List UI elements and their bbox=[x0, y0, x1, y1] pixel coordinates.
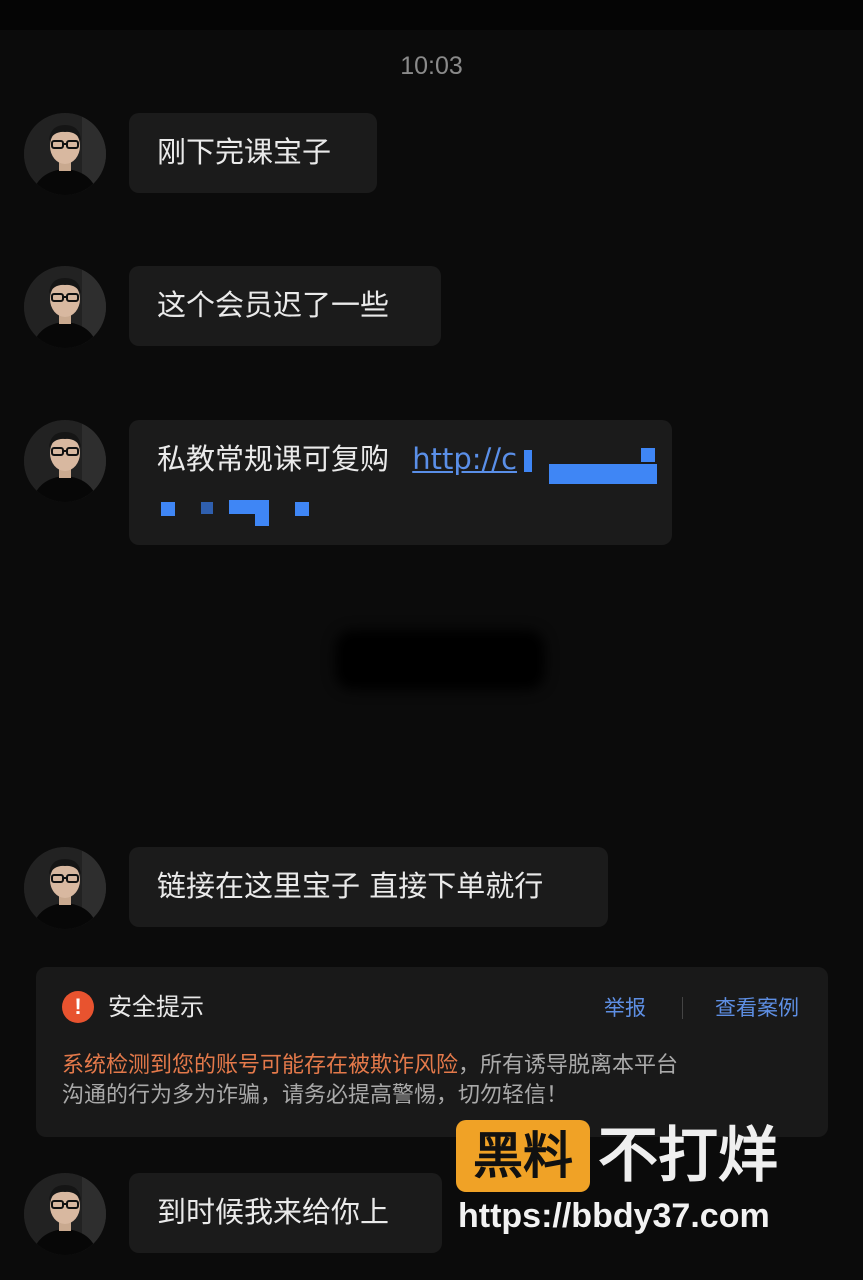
message-bubble[interactable]: 私教常规课可复购 http://c bbox=[129, 420, 672, 545]
message-link[interactable]: http://c bbox=[412, 442, 517, 476]
watermark-name: 不打烊 bbox=[598, 1121, 778, 1191]
avatar[interactable] bbox=[24, 1173, 106, 1255]
link-divider bbox=[682, 997, 683, 1019]
security-body-line2: 沟通的行为多为诈骗，请务必提高警惕，切勿轻信！ bbox=[62, 1083, 569, 1108]
watermark-logo: 黑料 bbox=[456, 1120, 590, 1192]
redaction-mark bbox=[295, 502, 309, 516]
redaction-mark bbox=[524, 450, 532, 472]
security-body-line1: ，所有诱导脱离本平台 bbox=[458, 1053, 679, 1078]
avatar[interactable] bbox=[24, 266, 106, 348]
watermark-url: https://bbdy37.com bbox=[458, 1197, 770, 1235]
exclamation-icon: ! bbox=[62, 991, 94, 1023]
message-text: 私教常规课可复购 bbox=[157, 442, 390, 476]
security-notice-card: ! 安全提示 举报 查看案例 系统检测到您的账号可能存在被欺诈风险，所有诱导脱离… bbox=[36, 967, 828, 1137]
message-text: 刚下完课宝子 bbox=[157, 135, 332, 169]
report-link[interactable]: 举报 bbox=[604, 993, 646, 1023]
message-bubble[interactable]: 刚下完课宝子 bbox=[129, 113, 377, 193]
message-bubble[interactable]: 这个会员迟了一些 bbox=[129, 266, 441, 346]
avatar[interactable] bbox=[24, 420, 106, 502]
view-cases-link[interactable]: 查看案例 bbox=[715, 993, 799, 1023]
message-text: 链接在这里宝子 直接下单就行 bbox=[157, 869, 544, 903]
redaction-mark bbox=[201, 502, 213, 514]
redaction-mark bbox=[161, 502, 175, 516]
chat-timestamp: 10:03 bbox=[400, 52, 463, 80]
redaction-mark bbox=[641, 448, 655, 462]
risk-warning-text: 系统检测到您的账号可能存在被欺诈风险 bbox=[62, 1053, 459, 1078]
message-text: 这个会员迟了一些 bbox=[157, 288, 390, 322]
security-notice-title: 安全提示 bbox=[108, 993, 204, 1021]
message-bubble[interactable]: 到时候我来给你上 bbox=[129, 1173, 442, 1253]
avatar[interactable] bbox=[24, 847, 106, 929]
blurred-redaction bbox=[335, 630, 545, 690]
security-notice-body: 系统检测到您的账号可能存在被欺诈风险，所有诱导脱离本平台 沟通的行为多为诈骗，请… bbox=[62, 1051, 807, 1111]
redaction-mark bbox=[255, 512, 269, 526]
message-bubble[interactable]: 链接在这里宝子 直接下单就行 bbox=[129, 847, 608, 927]
status-bar bbox=[0, 0, 863, 30]
avatar[interactable] bbox=[24, 113, 106, 195]
redaction-mark bbox=[549, 464, 657, 484]
message-text: 到时候我来给你上 bbox=[157, 1195, 390, 1229]
